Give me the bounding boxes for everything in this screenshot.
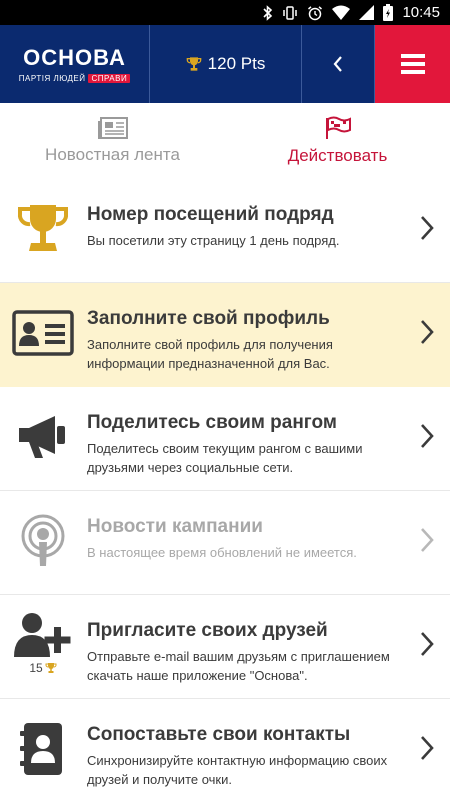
list-item-fill-profile[interactable]: Заполните свой профиль Заполните свой пр… [0, 283, 450, 387]
item-title: Заполните свой профиль [87, 308, 330, 329]
reward-badge: 15 [29, 661, 57, 675]
vibrate-icon [283, 5, 298, 20]
wifi-icon [332, 5, 351, 20]
item-description: Вы посетили эту страницу 1 день подряд. [87, 233, 340, 248]
brand-name: ОСНОВА [23, 45, 126, 70]
status-bar: 10:45 [0, 0, 450, 25]
list-item-campaign-news[interactable]: Новости кампании В настоящее время обнов… [0, 491, 450, 595]
item-description: Поделитесь своим текущим рангом с вашими… [87, 441, 363, 475]
brand-logo[interactable]: ОСНОВА ПАРТІЯ ЛЮДЕЙ СПРАВИ [0, 25, 150, 103]
points-value: 120 Pts [207, 54, 266, 73]
tab-news-feed[interactable]: Новостная лента [0, 103, 225, 179]
app-header: ОСНОВА ПАРТІЯ ЛЮДЕЙ СПРАВИ 120 Pts [0, 25, 450, 103]
item-title: Поделитесь своим рангом [87, 412, 337, 433]
points-display[interactable]: 120 Pts [150, 25, 302, 103]
signal-icon [359, 5, 375, 20]
chevron-left-icon [333, 56, 342, 72]
item-description: В настоящее время обновлений не имеется. [87, 545, 357, 560]
brand-tag: СПРАВИ [88, 74, 131, 83]
id-card-icon [12, 310, 74, 356]
chevron-right-icon [421, 320, 434, 344]
contacts-book-icon [20, 723, 62, 775]
item-title: Новости кампании [87, 516, 263, 537]
brand-tagline: ПАРТІЯ ЛЮДЕЙ [18, 74, 86, 83]
list-item-match-contacts[interactable]: Сопоставьте свои контакты Синхронизируйт… [0, 699, 450, 800]
brand-subtitle: ПАРТІЯ ЛЮДЕЙ СПРАВИ [18, 74, 131, 83]
tab-act[interactable]: Действовать [225, 103, 450, 179]
megaphone-icon [19, 416, 65, 458]
flag-icon [325, 116, 351, 139]
list-item-share-rank[interactable]: Поделитесь своим рангом Поделитесь своим… [0, 387, 450, 491]
chevron-right-icon [421, 424, 434, 448]
item-title: Сопоставьте свои контакты [87, 724, 351, 745]
chevron-right-icon [421, 736, 434, 760]
trophy-icon [17, 205, 69, 251]
item-description: Заполните свой профиль для получения инф… [87, 337, 333, 371]
item-description: Отправьте e-mail вашим друзьям с приглаш… [87, 649, 390, 683]
tab-label: Новостная лента [45, 145, 180, 164]
bluetooth-icon [263, 4, 273, 21]
trophy-icon [186, 57, 202, 71]
item-title: Пригласите своих друзей [87, 620, 328, 641]
back-button[interactable] [302, 25, 375, 103]
hamburger-icon [400, 54, 425, 74]
chevron-right-icon [421, 528, 434, 552]
add-user-icon [14, 613, 71, 657]
reward-points: 15 [29, 661, 43, 675]
trophy-icon [45, 663, 57, 673]
podcast-icon [21, 514, 65, 566]
action-list: Номер посещений подряд Вы посетили эту с… [0, 179, 450, 800]
battery-icon [383, 4, 394, 21]
chevron-right-icon [421, 632, 434, 656]
tab-label: Действовать [287, 146, 388, 165]
chevron-right-icon [421, 216, 434, 240]
item-description: Синхронизируйте контактную информацию св… [87, 753, 388, 787]
item-title: Номер посещений подряд [87, 204, 334, 225]
list-item-invite-friends[interactable]: 15 Пригласите своих друзей Отправьте e-m… [0, 595, 450, 699]
status-time: 10:45 [402, 4, 440, 21]
newspaper-icon [97, 117, 128, 139]
list-item-visit-streak[interactable]: Номер посещений подряд Вы посетили эту с… [0, 179, 450, 283]
alarm-icon [308, 5, 323, 20]
menu-button[interactable] [375, 25, 450, 103]
tab-bar: Новостная лента Действовать [0, 103, 450, 179]
